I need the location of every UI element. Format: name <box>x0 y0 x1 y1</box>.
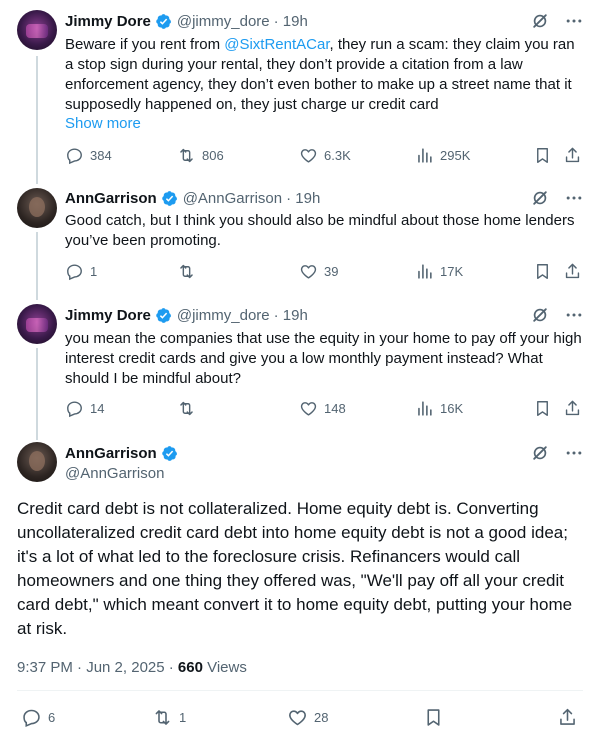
author-handle[interactable]: @jimmy_dore <box>177 307 270 324</box>
divider <box>17 690 583 691</box>
bookmark-icon <box>533 399 552 418</box>
views-button[interactable]: 16K <box>415 399 463 418</box>
author-handle[interactable]: @jimmy_dore <box>177 13 270 30</box>
author-handle[interactable]: @AnnGarrison <box>183 190 282 207</box>
thread-line <box>36 232 38 300</box>
avatar[interactable] <box>17 304 57 344</box>
retweet-icon <box>177 146 196 165</box>
retweet-button[interactable]: 1 <box>152 707 186 728</box>
bookmark-button[interactable] <box>533 262 558 281</box>
reply-icon <box>21 707 42 728</box>
views-icon <box>415 146 434 165</box>
grok-icon[interactable] <box>530 11 550 31</box>
views-button[interactable]: 17K <box>415 262 463 281</box>
like-button[interactable]: 6.3K <box>299 146 351 165</box>
main-author-handle-row: @AnnGarrison <box>65 463 164 483</box>
share-icon <box>563 262 582 281</box>
like-icon <box>299 399 318 418</box>
share-icon <box>563 146 582 165</box>
tweet-time[interactable]: · 19h <box>286 190 320 207</box>
reply-button[interactable]: 1 <box>65 262 97 281</box>
avatar[interactable] <box>17 10 57 50</box>
author-name[interactable]: AnnGarrison <box>65 445 157 462</box>
bookmark-button[interactable] <box>423 707 450 728</box>
author-handle[interactable]: @AnnGarrison <box>65 465 164 482</box>
main-tweet-actions: 6 1 28 <box>17 707 583 727</box>
share-icon <box>557 707 578 728</box>
tweet-time[interactable]: · 19h <box>274 13 308 30</box>
verified-badge-icon <box>155 307 172 324</box>
like-icon <box>287 707 308 728</box>
timestamp[interactable]: 9:37 PM · Jun 2, 2025 · <box>17 659 178 676</box>
like-icon <box>299 262 318 281</box>
retweet-button[interactable]: 806 <box>177 146 224 165</box>
tweet-actions: 1 39 17K <box>65 262 585 282</box>
avatar[interactable] <box>17 188 57 228</box>
tweet-actions: 384 806 6.3K 295K <box>65 146 585 166</box>
bookmark-button[interactable] <box>533 146 558 165</box>
like-button[interactable]: 28 <box>287 707 328 728</box>
thread-line <box>36 348 38 440</box>
retweet-icon <box>152 707 173 728</box>
tweet-actions: 14 148 16K <box>65 399 585 419</box>
reply-icon <box>65 262 84 281</box>
verified-badge-icon <box>161 445 178 462</box>
more-icon[interactable] <box>564 188 584 208</box>
more-icon[interactable] <box>564 443 584 463</box>
author-name[interactable]: Jimmy Dore <box>65 13 151 30</box>
main-tweet-text: Credit card debt is not collateralized. … <box>17 499 573 638</box>
verified-badge-icon <box>155 13 172 30</box>
tweet-text: you mean the companies that use the equi… <box>65 330 582 387</box>
reply-button[interactable]: 6 <box>21 707 55 728</box>
share-icon <box>563 399 582 418</box>
retweet-icon <box>177 399 196 418</box>
tweet-header: Jimmy Dore @jimmy_dore · 19h <box>65 11 308 31</box>
retweet-button[interactable] <box>177 399 202 418</box>
retweet-icon <box>177 262 196 281</box>
bookmark-icon <box>533 146 552 165</box>
avatar[interactable] <box>17 442 57 482</box>
bookmark-icon <box>533 262 552 281</box>
show-more-link[interactable]: Show more <box>65 115 141 132</box>
views-label: Views <box>202 659 247 676</box>
verified-badge-icon <box>161 190 178 207</box>
mention-link[interactable]: @SixtRentACar <box>224 36 329 53</box>
grok-icon[interactable] <box>530 305 550 325</box>
like-icon <box>299 146 318 165</box>
reply-button[interactable]: 14 <box>65 399 104 418</box>
main-author-name-row: AnnGarrison <box>65 443 183 463</box>
tweet-header: AnnGarrison @AnnGarrison · 19h <box>65 188 320 208</box>
bookmark-button[interactable] <box>533 399 558 418</box>
more-icon[interactable] <box>564 305 584 325</box>
views-button[interactable]: 295K <box>415 146 470 165</box>
bookmark-icon <box>423 707 444 728</box>
tweet-text: Good catch, but I think you should also … <box>65 212 575 249</box>
share-button[interactable] <box>563 262 588 281</box>
tweet-meta: 9:37 PM · Jun 2, 2025 · 660 Views <box>17 659 247 676</box>
like-button[interactable]: 39 <box>299 262 338 281</box>
views-icon <box>415 262 434 281</box>
reply-button[interactable]: 384 <box>65 146 112 165</box>
author-name[interactable]: AnnGarrison <box>65 190 157 207</box>
share-button[interactable] <box>563 146 588 165</box>
views-count[interactable]: 660 <box>178 659 203 676</box>
thread-line <box>36 56 38 184</box>
views-icon <box>415 399 434 418</box>
retweet-button[interactable] <box>177 262 202 281</box>
reply-icon <box>65 399 84 418</box>
author-name[interactable]: Jimmy Dore <box>65 307 151 324</box>
like-button[interactable]: 148 <box>299 399 346 418</box>
share-button[interactable] <box>557 707 584 728</box>
grok-icon[interactable] <box>530 188 550 208</box>
grok-icon[interactable] <box>530 443 550 463</box>
reply-icon <box>65 146 84 165</box>
share-button[interactable] <box>563 399 588 418</box>
tweet-header: Jimmy Dore @jimmy_dore · 19h <box>65 305 308 325</box>
tweet-time[interactable]: · 19h <box>274 307 308 324</box>
tweet-text: Beware if you rent from @SixtRentACar, t… <box>65 36 575 113</box>
more-icon[interactable] <box>564 11 584 31</box>
